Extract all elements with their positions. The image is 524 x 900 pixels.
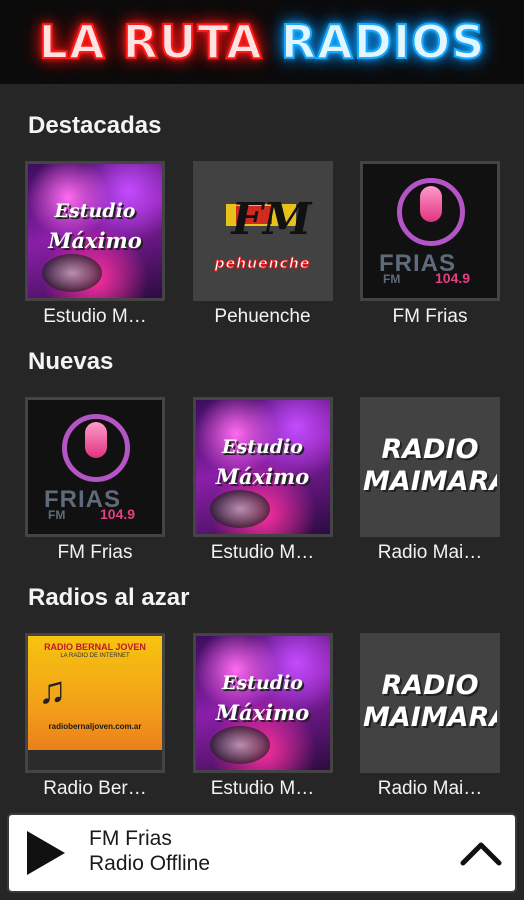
art-text: 104.9 <box>100 506 136 522</box>
art-text: RADIO MAIMARÁ <box>363 670 497 734</box>
station-card-radio-bernal[interactable]: RADIO BERNAL JOVEN LA RADIO DE INTERNET … <box>25 633 165 800</box>
station-artwork: RADIO MAIMARÁ <box>360 397 500 537</box>
section-title-destacadas: Destacadas <box>28 112 162 139</box>
station-card-estudio-maximo[interactable]: Estudio Máximo Estudio M… <box>192 633 333 800</box>
station-label: Radio Ber… <box>43 778 147 799</box>
station-artwork: Estudio Máximo <box>192 397 333 537</box>
station-label: Pehuenche <box>214 306 311 327</box>
station-card-fm-frias[interactable]: FRIAS FM 104.9 FM Frias <box>360 161 500 328</box>
station-label: FM Frias <box>57 542 133 563</box>
microphone-icon <box>420 186 442 222</box>
station-label: Estudio M… <box>43 306 147 327</box>
art-text: Estudio <box>222 436 303 458</box>
art-text: radiobernaljoven.com.ar <box>48 722 142 731</box>
station-card-radio-maimara[interactable]: RADIO MAIMARÁ Radio Mai… <box>360 633 500 800</box>
art-text: Máximo <box>48 228 142 253</box>
station-card-radio-maimara[interactable]: RADIO MAIMARÁ Radio Mai… <box>360 397 500 564</box>
station-card-pehuenche[interactable]: FM pehuenche Pehuenche <box>192 161 333 328</box>
art-text: RADIO MAIMARÁ <box>363 434 497 498</box>
music-note-icon: ♫ <box>38 670 67 712</box>
station-label: Radio Mai… <box>377 778 483 799</box>
art-text-line: MAIMARÁ <box>363 702 500 733</box>
section-title-radios-al-azar: Radios al azar <box>28 584 190 611</box>
art-text: Estudio <box>222 672 303 694</box>
section-title-nuevas: Nuevas <box>28 348 114 375</box>
art-text: FM <box>231 194 312 245</box>
art-text-line: RADIO <box>381 670 479 701</box>
station-label: Radio Mai… <box>377 542 483 563</box>
station-card-fm-frias[interactable]: FRIAS FM 104.9 FM Frias <box>25 397 165 564</box>
station-artwork: FRIAS FM 104.9 <box>360 161 500 301</box>
station-artwork: FM pehuenche <box>192 161 333 301</box>
station-label: Estudio M… <box>210 778 315 799</box>
art-text-line: RADIO <box>381 434 479 465</box>
art-text: FM <box>383 272 401 286</box>
disc-decoration <box>209 490 270 528</box>
player-station-name: FM Frias <box>89 827 172 850</box>
mini-player[interactable]: FM Frias Radio Offline <box>9 815 515 891</box>
art-text: LA RADIO DE INTERNET <box>60 653 130 659</box>
station-artwork: Estudio Máximo <box>25 161 165 301</box>
main-content: Destacadas Estudio Máximo Estudio M… FM … <box>0 84 524 814</box>
disc-decoration <box>209 726 270 764</box>
station-card-estudio-maximo[interactable]: Estudio Máximo Estudio M… <box>25 161 165 328</box>
microphone-icon <box>85 422 107 458</box>
chevron-up-icon[interactable] <box>459 835 503 869</box>
grid-radios-al-azar: RADIO BERNAL JOVEN LA RADIO DE INTERNET … <box>25 633 500 800</box>
art-text: Máximo <box>215 464 310 489</box>
station-label: FM Frias <box>392 306 468 327</box>
logo-la-ruta: LA RUTA <box>38 14 263 70</box>
art-footer <box>28 750 162 770</box>
station-artwork: Estudio Máximo <box>192 633 333 773</box>
station-artwork: FRIAS FM 104.9 <box>25 397 165 537</box>
art-text-line: MAIMARÁ <box>363 466 500 497</box>
station-artwork: RADIO BERNAL JOVEN LA RADIO DE INTERNET … <box>25 633 165 773</box>
disc-decoration <box>42 254 102 292</box>
logo-radios: RADIOS <box>280 14 486 70</box>
grid-nuevas: FRIAS FM 104.9 FM Frias Estudio Máximo E… <box>25 397 500 564</box>
station-artwork: RADIO MAIMARÁ <box>360 633 500 773</box>
art-text: RADIO BERNAL JOVEN <box>44 642 146 652</box>
art-text: pehuenche <box>214 256 311 273</box>
station-label: Estudio M… <box>210 542 315 563</box>
station-card-estudio-maximo[interactable]: Estudio Máximo Estudio M… <box>192 397 333 564</box>
grid-destacadas: Estudio Máximo Estudio M… FM pehuenche P… <box>25 161 500 328</box>
app-header: LA RUTA RADIOS <box>0 0 524 84</box>
player-status: Radio Offline <box>89 852 211 875</box>
art-text: Máximo <box>215 700 310 725</box>
art-text: 104.9 <box>435 270 471 286</box>
art-text: Estudio <box>54 200 136 222</box>
play-icon[interactable] <box>27 831 65 875</box>
art-text: FM <box>48 508 66 522</box>
